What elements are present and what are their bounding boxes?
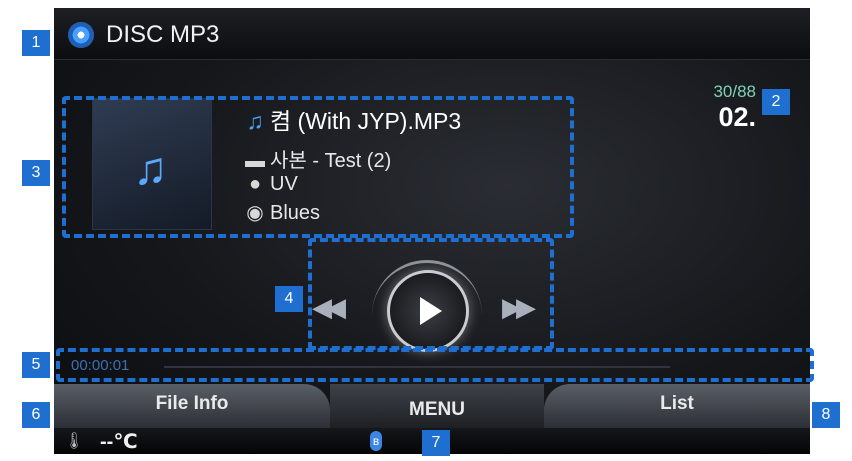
callout-6: 6 xyxy=(22,402,50,428)
callout-3: 3 xyxy=(22,160,50,186)
callout-4: 4 xyxy=(275,286,303,312)
track-info-outline xyxy=(62,96,574,238)
softkey-bar: File Info MENU List xyxy=(54,384,810,428)
file-info-button[interactable]: File Info xyxy=(54,384,330,428)
title-bar: DISC MP3 xyxy=(54,8,810,60)
track-counter: 30/88 02. xyxy=(713,82,756,133)
list-button[interactable]: List xyxy=(544,384,810,428)
disc-icon xyxy=(68,22,94,48)
callout-5: 5 xyxy=(22,352,50,378)
track-total: 30/88 xyxy=(713,82,756,101)
callout-8: 8 xyxy=(812,402,840,428)
controls-outline xyxy=(308,238,554,350)
callout-1: 1 xyxy=(22,30,50,56)
menu-button[interactable]: MENU xyxy=(330,384,544,428)
callout-2: 2 xyxy=(762,89,790,115)
thermometer-icon: 🌡 xyxy=(64,433,85,450)
temperature-readout: --℃ xyxy=(100,431,138,453)
page-title: DISC MP3 xyxy=(106,21,220,48)
bluetooth-icon: ʙ xyxy=(370,431,382,451)
track-number: 02. xyxy=(718,102,756,132)
progress-outline xyxy=(56,348,814,382)
callout-7: 7 xyxy=(422,430,450,456)
